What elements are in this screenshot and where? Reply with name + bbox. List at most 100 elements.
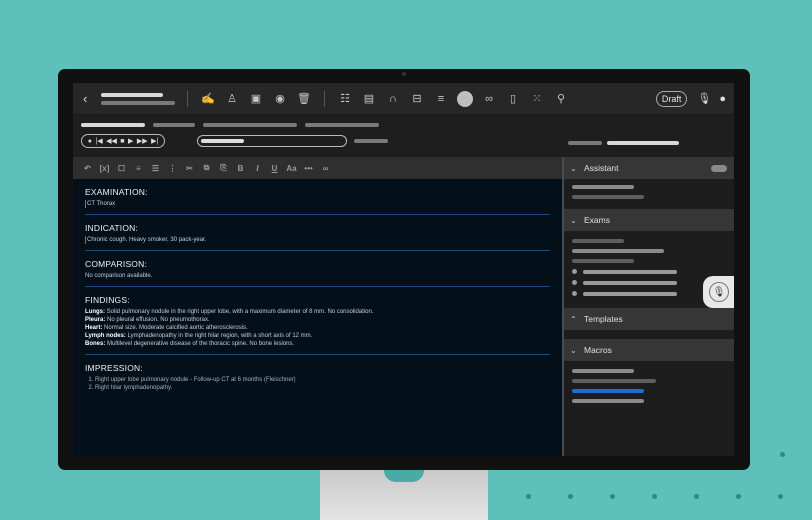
exam-item-placeholder — [583, 280, 677, 285]
section-heading: INDICATION: — [85, 223, 139, 233]
decor-dot — [526, 494, 531, 499]
link-icon[interactable]: ∞ — [319, 162, 332, 175]
record-button[interactable] — [457, 90, 473, 107]
exam-line-placeholder — [572, 249, 664, 253]
copy-icon[interactable]: ⧉ — [200, 162, 213, 175]
panel-tab-active-placeholder[interactable] — [607, 141, 679, 145]
grid-icon[interactable]: ⁙ — [525, 89, 549, 109]
section-impression: IMPRESSION: Right upper lobe pulmonary n… — [85, 363, 550, 398]
user-icon[interactable]: ♙ — [220, 89, 244, 109]
exam-item-placeholder — [583, 269, 677, 274]
chevron-left-icon[interactable]: ‹ — [83, 91, 97, 106]
rewind-icon[interactable]: ◀◀ — [106, 137, 117, 145]
audio-progress[interactable] — [197, 135, 347, 147]
more-icon[interactable]: ••• — [302, 162, 315, 175]
document-icon[interactable]: ▯ — [501, 89, 525, 109]
tab-active-placeholder[interactable] — [81, 123, 145, 127]
chevron-up-icon: ⌃ — [570, 314, 577, 324]
macros-header[interactable]: ⌄ Macros — [564, 339, 734, 361]
decor-dot — [778, 494, 783, 499]
underline-icon[interactable]: U — [268, 162, 281, 175]
dictation-mic-icon[interactable]: 🎙 — [697, 92, 711, 105]
exams-label: Exams — [584, 215, 610, 225]
assistant-header[interactable]: ⌄ Assistant — [564, 157, 734, 179]
signature-icon[interactable]: ✍ — [196, 89, 220, 109]
user-icon[interactable]: ● — [719, 93, 726, 105]
font-size-icon[interactable]: Aa — [285, 162, 298, 175]
paste-icon[interactable]: ⎘ — [217, 162, 230, 175]
finding-label: Heart: — [85, 325, 103, 331]
toggle-icon[interactable]: ⊟ — [405, 89, 429, 109]
comparison-text[interactable]: No comparison available. — [85, 272, 550, 280]
finding-label: Bones: — [85, 341, 106, 347]
report-icon[interactable]: ☷ — [333, 89, 357, 109]
finding-label: Lymph nodes: — [85, 333, 126, 339]
macro-selected-placeholder[interactable] — [572, 389, 644, 393]
tree-icon[interactable]: ⚲ — [549, 89, 573, 109]
finding-line[interactable]: Pleura: No pleural effusion. No pneumoth… — [85, 316, 550, 324]
headset-icon[interactable]: ∩ — [381, 89, 405, 109]
tab-placeholder[interactable] — [153, 123, 195, 127]
numbered-list-icon[interactable]: ⋮ — [166, 162, 179, 175]
stop-icon[interactable]: ■ — [120, 138, 124, 145]
finding-line[interactable]: Lungs: Solid pulmonary nodule in the rig… — [85, 308, 550, 316]
toolbar-divider — [187, 90, 188, 107]
exam-line-placeholder — [572, 239, 624, 243]
align-icon[interactable]: ≡ — [132, 162, 145, 175]
tab-strip — [81, 123, 379, 127]
panel-header-placeholders — [568, 141, 679, 145]
section-findings: FINDINGS: Lungs: Solid pulmonary nodule … — [85, 295, 550, 355]
comment-icon[interactable]: ☐ — [115, 162, 128, 175]
panel-tab-placeholder[interactable] — [568, 141, 602, 145]
exam-item-placeholder — [583, 291, 677, 296]
bullet-list-icon[interactable]: ☰ — [149, 162, 162, 175]
macro-line-placeholder[interactable] — [572, 379, 656, 383]
cut-icon[interactable]: ✂ — [183, 162, 196, 175]
format-toolbar: ↶ [x] ☐ ≡ ☰ ⋮ ✂ ⧉ ⎘ B I U Aa ••• ∞ — [73, 157, 562, 179]
macro-line-placeholder[interactable] — [572, 369, 634, 373]
finding-line[interactable]: Heart: Normal size. Moderate calcified a… — [85, 324, 550, 332]
list-icon[interactable]: ≡ — [429, 89, 453, 109]
app-screen: ‹ ✍ ♙ ▣ ◉ 🗑 ☷ ▤ ∩ ⊟ ≡ ∞ ▯ ⁙ ⚲ Draft 🎙 ● — [73, 83, 734, 456]
finding-text: Normal size. Moderate calcified aortic a… — [104, 325, 248, 331]
exam-line-placeholder — [572, 259, 634, 263]
pdf-icon[interactable]: ▤ — [357, 89, 381, 109]
assistant-line-placeholder — [572, 185, 634, 189]
exam-item[interactable] — [572, 269, 726, 274]
preview-icon[interactable]: ◉ — [268, 89, 292, 109]
italic-icon[interactable]: I — [251, 162, 264, 175]
chevron-down-icon: ⌄ — [570, 345, 577, 355]
fast-forward-icon[interactable]: ▶▶ — [137, 137, 148, 145]
undo-icon[interactable]: ↶ — [81, 162, 94, 175]
indication-text[interactable]: Chronic cough. Heavy smoker, 30 pack-yea… — [85, 236, 550, 244]
finding-line[interactable]: Lymph nodes: Lymphadenopathy in the righ… — [85, 332, 550, 340]
assistant-toggle[interactable] — [711, 164, 727, 172]
bold-icon[interactable]: B — [234, 162, 247, 175]
decor-dot — [610, 494, 615, 499]
dictation-button[interactable]: 🎙 — [703, 276, 734, 308]
chevron-down-icon: ⌄ — [570, 163, 577, 173]
exams-header[interactable]: ⌄ Exams — [564, 209, 734, 231]
impression-item[interactable]: Right hilar lymphadenopathy. — [95, 384, 550, 392]
save-icon[interactable]: ▣ — [244, 89, 268, 109]
monitor-stand — [320, 470, 488, 520]
status-badge[interactable]: Draft — [655, 90, 688, 107]
templates-header[interactable]: ⌃ Templates — [564, 308, 734, 330]
variable-icon[interactable]: [x] — [98, 162, 111, 175]
skip-forward-icon[interactable]: ▶| — [151, 137, 158, 145]
tab-placeholder[interactable] — [203, 123, 297, 127]
finding-text: No pleural effusion. No pneumothorax. — [107, 317, 210, 323]
macro-line-placeholder[interactable] — [572, 399, 644, 403]
trash-icon[interactable]: 🗑 — [292, 89, 316, 109]
finding-line[interactable]: Bones: Multilevel degenerative disease o… — [85, 340, 550, 348]
tab-placeholder[interactable] — [305, 123, 379, 127]
record-icon[interactable]: ● — [88, 138, 92, 145]
play-icon[interactable]: ▶ — [128, 137, 133, 145]
audio-progress-fill — [201, 139, 244, 143]
examination-text[interactable]: CT Thorax — [85, 200, 550, 208]
report-editor[interactable]: EXAMINATION: CT Thorax INDICATION: Chron… — [73, 179, 562, 456]
impression-item[interactable]: Right upper lobe pulmonary nodule - Foll… — [95, 376, 550, 384]
skip-back-icon[interactable]: |◀ — [95, 137, 102, 145]
link-icon[interactable]: ∞ — [477, 89, 501, 109]
section-heading: EXAMINATION: — [85, 187, 148, 197]
